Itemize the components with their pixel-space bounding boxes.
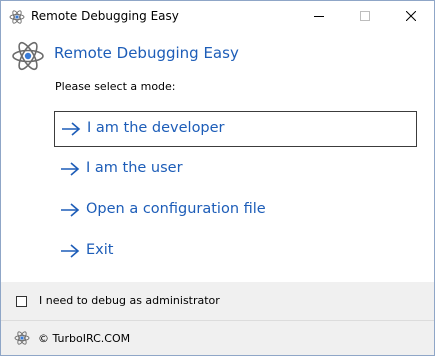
mode-option-label: I am the developer bbox=[87, 120, 225, 136]
close-icon bbox=[406, 11, 416, 21]
mode-option-label: Exit bbox=[86, 242, 114, 258]
maximize-button[interactable] bbox=[342, 1, 388, 32]
atom-icon bbox=[9, 10, 25, 24]
arrow-right-icon bbox=[61, 162, 80, 176]
mode-option-exit[interactable]: Exit bbox=[54, 234, 417, 270]
mode-option-developer[interactable]: I am the developer bbox=[54, 111, 417, 147]
mode-option-label: I am the user bbox=[86, 160, 183, 176]
atom-icon bbox=[12, 41, 44, 71]
admin-checkbox-label[interactable]: I need to debug as administrator bbox=[39, 294, 220, 307]
window-title: Remote Debugging Easy bbox=[31, 9, 179, 23]
title-bar[interactable]: Remote Debugging Easy bbox=[1, 1, 434, 32]
mode-prompt: Please select a mode: bbox=[55, 80, 176, 93]
footer-divider bbox=[1, 320, 434, 321]
maximize-icon bbox=[360, 11, 370, 21]
arrow-right-icon bbox=[61, 203, 80, 217]
minimize-button[interactable] bbox=[296, 1, 342, 32]
footer: I need to debug as administrator © Turbo… bbox=[1, 282, 434, 355]
admin-checkbox[interactable] bbox=[16, 296, 27, 307]
header-title: Remote Debugging Easy bbox=[54, 44, 239, 62]
copyright-text: © TurboIRC.COM bbox=[38, 332, 131, 345]
mode-option-user[interactable]: I am the user bbox=[54, 152, 417, 188]
mode-option-open-config[interactable]: Open a configuration file bbox=[54, 193, 417, 229]
arrow-right-icon bbox=[62, 122, 81, 136]
arrow-right-icon bbox=[61, 244, 80, 258]
close-button[interactable] bbox=[388, 1, 434, 32]
minimize-icon bbox=[314, 16, 324, 17]
mode-option-label: Open a configuration file bbox=[86, 201, 266, 217]
app-window: Remote Debugging Easy Remote Debugging E bbox=[0, 0, 435, 356]
atom-icon bbox=[14, 331, 30, 345]
